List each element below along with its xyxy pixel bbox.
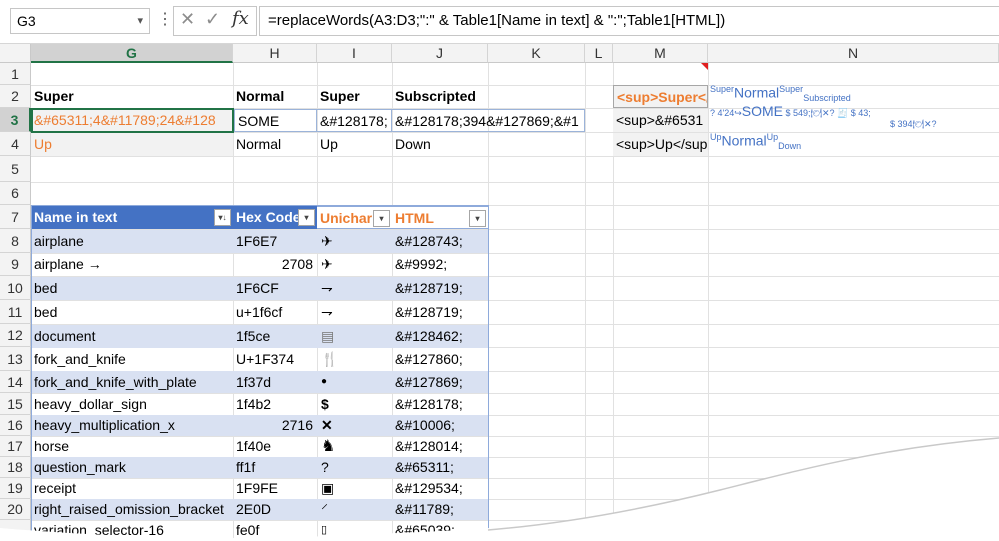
active-cell-border — [31, 108, 234, 133]
row-header-9[interactable]: 9 — [0, 253, 31, 276]
cell-m4[interactable]: <sup>Up</sup — [613, 133, 708, 156]
column-header-i[interactable]: I — [317, 44, 392, 63]
column-header-h[interactable]: H — [233, 44, 317, 63]
chevron-down-icon[interactable]: ▾ — [137, 9, 143, 33]
row-header-2[interactable]: 2 — [0, 85, 31, 108]
select-all-corner[interactable] — [0, 44, 31, 63]
gridline — [31, 182, 999, 183]
row-header-3[interactable]: 3 — [0, 108, 31, 132]
column-header-m[interactable]: M — [613, 44, 708, 63]
row-header-6[interactable]: 6 — [0, 182, 31, 205]
row-header-12[interactable]: 12 — [0, 324, 31, 347]
preview-super: Up — [766, 132, 779, 142]
preview-super: Super — [710, 84, 735, 94]
cell-m2[interactable]: <sup>Super</ — [613, 85, 708, 108]
cell-i4[interactable]: Up — [317, 133, 392, 156]
row-header-8[interactable]: 8 — [0, 229, 31, 253]
cell-h4[interactable]: Normal — [233, 133, 317, 156]
more-options-icon[interactable]: ⋮ — [157, 9, 173, 29]
torn-edge-overlay — [0, 437, 999, 541]
preview-super: Super — [779, 84, 804, 94]
cell-j3[interactable]: &#128178;394&#127869;&#1 — [392, 109, 585, 132]
torn-edge-right — [488, 438, 999, 541]
insert-function-icon[interactable]: fx — [232, 8, 249, 29]
comment-indicator-icon[interactable] — [701, 63, 708, 70]
formula-input[interactable]: =replaceWords(A3:D3;":" & Table1[Name in… — [259, 6, 999, 36]
column-header-n[interactable]: N — [708, 44, 999, 63]
cancel-icon[interactable]: ✕ — [180, 9, 195, 30]
row-header-15[interactable]: 15 — [0, 393, 31, 415]
column-header-g[interactable]: G — [31, 44, 233, 63]
row-header-11[interactable]: 11 — [0, 300, 31, 324]
preview-super: Up — [710, 132, 722, 142]
torn-edge-left — [0, 528, 490, 541]
row-header-14[interactable]: 14 — [0, 371, 31, 393]
column-header-l[interactable]: L — [585, 44, 613, 63]
preview-symbols: $ 549;🍽✕? 🧾 $ 43; — [785, 108, 871, 118]
preview-symbols: $ 394🍽✕? — [890, 119, 937, 129]
cell-n3[interactable]: ? 4'24↪SOME $ 549;🍽✕? 🧾 $ 43; $ 394🍽✕? — [710, 103, 999, 132]
preview-symbols: ? 4'24↪ — [710, 108, 742, 118]
preview-sub: Down — [778, 140, 802, 151]
row-header-5[interactable]: 5 — [0, 156, 31, 182]
preview-normal: Normal — [734, 84, 780, 101]
row-header-4[interactable]: 4 — [0, 132, 31, 156]
cell-h3[interactable]: SOME — [234, 109, 317, 132]
cell-g2[interactable]: Super — [31, 85, 233, 108]
cell-j4[interactable]: Down — [392, 133, 488, 156]
name-box[interactable]: G3 ▾ — [10, 8, 150, 34]
enter-icon[interactable]: ✓ — [205, 9, 220, 30]
row-header-1[interactable]: 1 — [0, 63, 31, 85]
cell-g4[interactable]: Up — [31, 133, 233, 156]
cell-i3[interactable]: &#128178; — [317, 109, 392, 132]
cell-n4[interactable]: UpNormalUpDown — [710, 132, 801, 156]
preview-sub: Subscripted — [803, 92, 851, 103]
name-box-value: G3 — [17, 13, 36, 29]
preview-normal: Normal — [721, 132, 767, 149]
cell-h2[interactable]: Normal — [233, 85, 317, 108]
column-header-j[interactable]: J — [392, 44, 488, 63]
row-header-7[interactable]: 7 — [0, 205, 31, 229]
cell-i2[interactable]: Super — [317, 85, 392, 108]
row-header-13[interactable]: 13 — [0, 347, 31, 371]
column-header-k[interactable]: K — [488, 44, 585, 63]
cell-m3[interactable]: <sup>&#6531 — [613, 109, 708, 132]
row-header-10[interactable]: 10 — [0, 276, 31, 300]
preview-normal: SOME — [741, 103, 784, 119]
gridline — [31, 156, 999, 157]
cell-j2[interactable]: Subscripted — [392, 85, 488, 108]
